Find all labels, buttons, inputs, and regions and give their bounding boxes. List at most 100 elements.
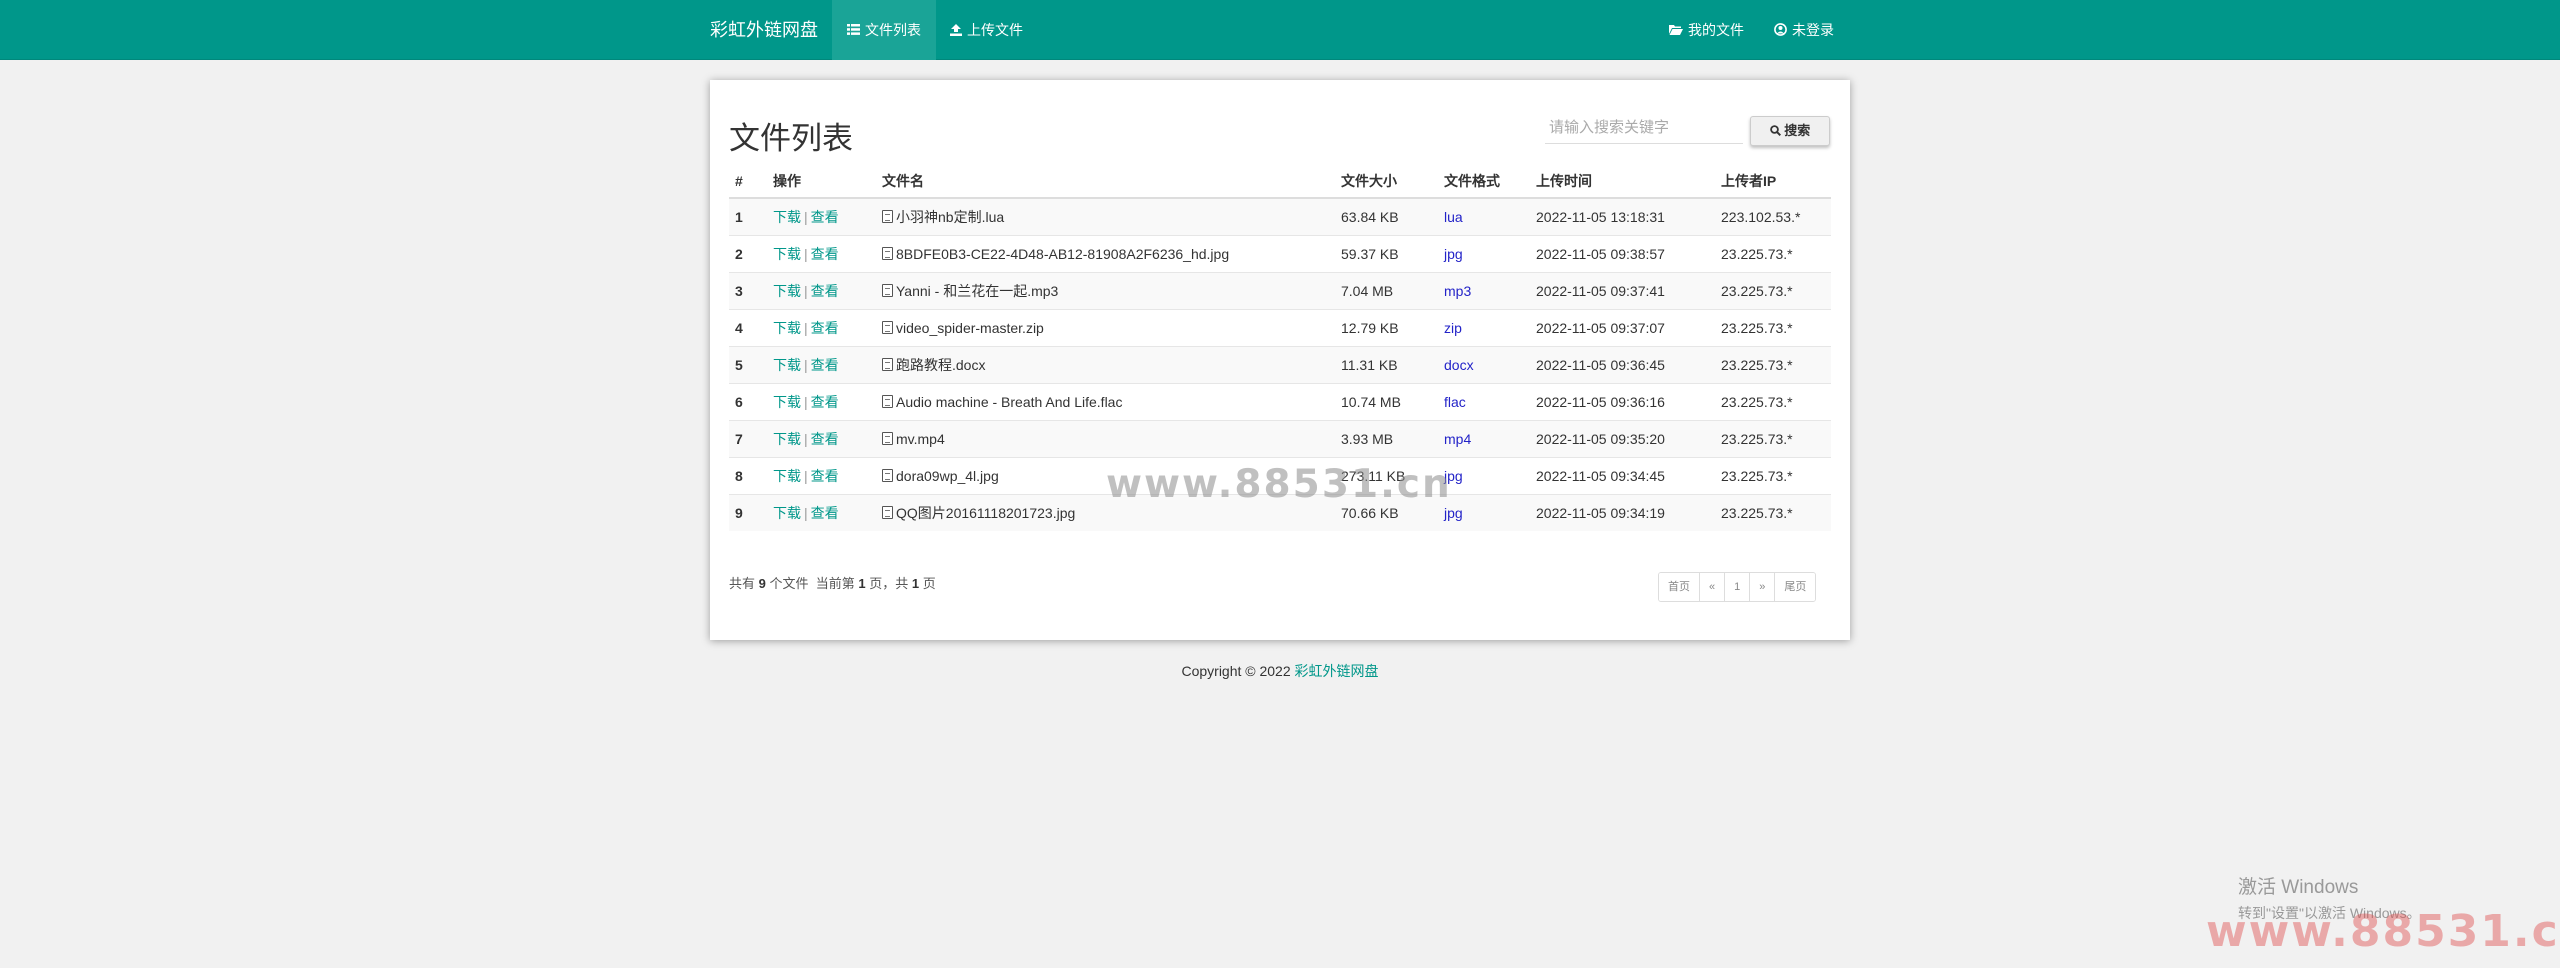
pagination: 首页 « 1 » 尾页 (1658, 572, 1817, 602)
row-upload-time: 2022-11-05 09:38:57 (1530, 234, 1715, 272)
col-header-uploader-ip: 上传者IP (1715, 164, 1831, 199)
format-link[interactable]: docx (1444, 357, 1474, 373)
row-size: 59.37 KB (1335, 234, 1438, 272)
nav-login-status[interactable]: 未登录 (1759, 0, 1849, 60)
view-link[interactable]: 查看 (811, 320, 839, 336)
download-link[interactable]: 下载 (773, 209, 801, 225)
file-table-body: 1 下载 | 查看 小羽神nb定制.lua 63.84 KB lua 2022-11-05 1… (729, 197, 1831, 531)
nav-upload-label: 上传文件 (967, 22, 1023, 38)
file-icon (882, 506, 893, 520)
row-actions: 下载 | 查看 (767, 197, 876, 235)
action-separator: | (804, 282, 808, 299)
search-input[interactable] (1545, 112, 1743, 144)
row-filename: 8BDFE0B3-CE22-4D48-AB12-81908A2F6236_hd.… (876, 234, 1335, 272)
nav-file-list-label: 文件列表 (865, 22, 921, 38)
format-link[interactable]: mp3 (1444, 283, 1471, 299)
action-separator: | (804, 467, 808, 484)
format-link[interactable]: jpg (1444, 246, 1463, 262)
row-filename: video_spider-master.zip (876, 308, 1335, 346)
nav-file-list[interactable]: 文件列表 (832, 0, 936, 60)
view-link[interactable]: 查看 (811, 246, 839, 262)
file-icon (882, 468, 893, 482)
filename-text: Yanni - 和兰花在一起.mp3 (896, 282, 1059, 299)
copyright-site-link[interactable]: 彩虹外链网盘 (1295, 663, 1379, 679)
format-link[interactable]: zip (1444, 320, 1462, 336)
download-link[interactable]: 下载 (773, 431, 801, 447)
format-link[interactable]: jpg (1444, 468, 1463, 484)
action-separator: | (804, 393, 808, 410)
format-link[interactable]: mp4 (1444, 431, 1471, 447)
view-link[interactable]: 查看 (811, 209, 839, 225)
row-size: 3.93 MB (1335, 419, 1438, 457)
view-link[interactable]: 查看 (811, 357, 839, 373)
table-row: 2 下载 | 查看 8BDFE0B3-CE22-4D48-AB12-81908A2F62… (729, 234, 1831, 272)
pager-page-1[interactable]: 1 (1724, 573, 1750, 601)
nav-upload[interactable]: 上传文件 (935, 0, 1038, 60)
download-link[interactable]: 下载 (773, 357, 801, 373)
row-upload-time: 2022-11-05 13:18:31 (1530, 197, 1715, 235)
action-separator: | (804, 356, 808, 373)
file-table: # 操作 文件名 文件大小 文件格式 上传时间 上传者IP 1 下载 | 查看 小羽神n… (729, 164, 1831, 531)
activation-title: 激活 Windows (2238, 877, 2359, 898)
download-link[interactable]: 下载 (773, 246, 801, 262)
action-separator: | (804, 504, 808, 521)
row-upload-time: 2022-11-05 09:36:45 (1530, 345, 1715, 383)
row-filename: Yanni - 和兰花在一起.mp3 (876, 271, 1335, 309)
pager-first[interactable]: 首页 (1659, 573, 1699, 601)
row-index: 1 (729, 197, 767, 235)
summary-total-pages: 1 (911, 576, 920, 591)
row-actions: 下载 | 查看 (767, 308, 876, 346)
table-row: 6 下载 | 查看 Audio machine - Breath And Life.fl… (729, 382, 1831, 420)
download-link[interactable]: 下载 (773, 320, 801, 336)
download-link[interactable]: 下载 (773, 468, 801, 484)
nav-my-files[interactable]: 我的文件 (1654, 0, 1759, 60)
col-header-size: 文件大小 (1335, 164, 1438, 199)
view-link[interactable]: 查看 (811, 394, 839, 410)
table-row: 9 下载 | 查看 QQ图片20161118201723.jpg 70.66 KB jpg 2… (729, 493, 1831, 531)
view-link[interactable]: 查看 (811, 431, 839, 447)
view-link[interactable]: 查看 (811, 468, 839, 484)
col-header-format: 文件格式 (1438, 164, 1530, 199)
copyright-text: Copyright © 2022 (1181, 663, 1291, 679)
row-size: 10.74 MB (1335, 382, 1438, 420)
file-icon (882, 283, 893, 297)
row-filename: mv.mp4 (876, 419, 1335, 457)
row-upload-time: 2022-11-05 09:36:16 (1530, 382, 1715, 420)
search-button[interactable]: 搜索 (1750, 116, 1830, 146)
summary-prefix: 共有 (729, 576, 756, 591)
row-format: mp4 (1438, 419, 1530, 457)
row-filename: dora09wp_4l.jpg (876, 456, 1335, 494)
row-size: 273.11 KB (1335, 456, 1438, 494)
format-link[interactable]: flac (1444, 394, 1466, 410)
row-format: jpg (1438, 456, 1530, 494)
pager-prev[interactable]: « (1699, 573, 1725, 601)
pager-last[interactable]: 尾页 (1774, 573, 1816, 601)
format-link[interactable]: lua (1444, 209, 1463, 225)
row-format: docx (1438, 345, 1530, 383)
col-header-index: # (729, 164, 767, 199)
download-link[interactable]: 下载 (773, 505, 801, 521)
row-filename: Audio machine - Breath And Life.flac (876, 382, 1335, 420)
upload-icon (950, 23, 962, 36)
search-button-label: 搜索 (1784, 123, 1811, 138)
row-size: 12.79 KB (1335, 308, 1438, 346)
file-icon (882, 320, 893, 334)
download-link[interactable]: 下载 (773, 283, 801, 299)
filename-text: dora09wp_4l.jpg (896, 467, 999, 484)
row-uploader-ip: 23.225.73.* (1715, 382, 1831, 420)
view-link[interactable]: 查看 (811, 283, 839, 299)
table-row: 4 下载 | 查看 video_spider-master.zip 12.79 KB zip… (729, 308, 1831, 346)
row-actions: 下载 | 查看 (767, 271, 876, 309)
download-link[interactable]: 下载 (773, 394, 801, 410)
activation-subtitle: 转到"设置"以激活 Windows。 (2238, 905, 2421, 921)
view-link[interactable]: 查看 (811, 505, 839, 521)
action-separator: | (804, 245, 808, 262)
row-size: 7.04 MB (1335, 271, 1438, 309)
brand-logo[interactable]: 彩虹外链网盘 (710, 0, 818, 60)
format-link[interactable]: jpg (1444, 505, 1463, 521)
row-uploader-ip: 23.225.73.* (1715, 271, 1831, 309)
pager-next[interactable]: » (1749, 573, 1775, 601)
row-upload-time: 2022-11-05 09:34:19 (1530, 493, 1715, 531)
filename-text: video_spider-master.zip (896, 319, 1044, 336)
filename-text: 跑路教程.docx (896, 356, 986, 373)
